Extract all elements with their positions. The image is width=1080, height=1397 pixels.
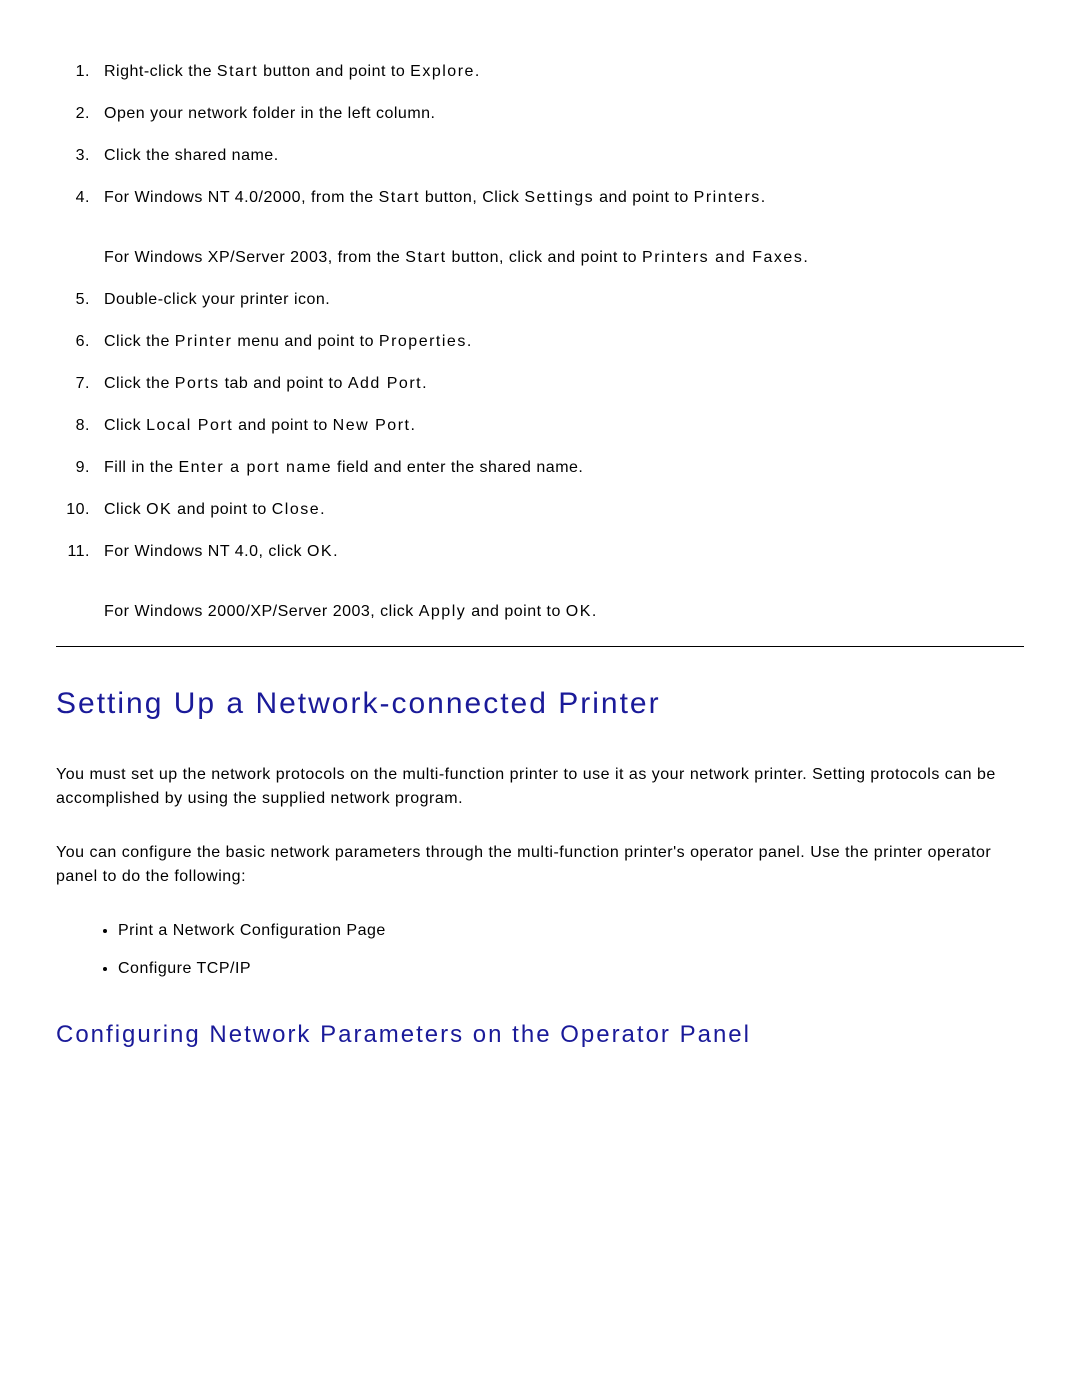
step-text: Click the Ports tab and point to Add Por…	[104, 372, 1024, 396]
step-text: Open your network folder in the left col…	[104, 102, 1024, 126]
step-item: 11.For Windows NT 4.0, click OK.For Wind…	[56, 540, 1024, 624]
step-number: 10.	[56, 498, 104, 522]
step-number: 9.	[56, 456, 104, 480]
step-text: For Windows NT 4.0, click OK.For Windows…	[104, 540, 1024, 624]
step-number: 5.	[56, 288, 104, 312]
step-text: Click the Printer menu and point to Prop…	[104, 330, 1024, 354]
subsection-heading: Configuring Network Parameters on the Op…	[56, 1021, 1024, 1049]
step-subtext: For Windows 2000/XP/Server 2003, click A…	[104, 600, 1024, 624]
step-number: 6.	[56, 330, 104, 354]
step-item: 9.Fill in the Enter a port name field an…	[56, 456, 1024, 480]
step-item: 4.For Windows NT 4.0/2000, from the Star…	[56, 186, 1024, 270]
bullet-item: Configure TCP/IP	[118, 957, 1024, 981]
step-number: 4.	[56, 186, 104, 270]
step-item: 10.Click OK and point to Close.	[56, 498, 1024, 522]
bullet-item: Print a Network Configuration Page	[118, 919, 1024, 943]
step-item: 7.Click the Ports tab and point to Add P…	[56, 372, 1024, 396]
numbered-steps: 1.Right-click the Start button and point…	[56, 60, 1024, 624]
intro-paragraph-2: You can configure the basic network para…	[56, 841, 1024, 889]
step-number: 7.	[56, 372, 104, 396]
step-text: For Windows NT 4.0/2000, from the Start …	[104, 186, 1024, 270]
step-text: Click OK and point to Close.	[104, 498, 1024, 522]
step-item: 2.Open your network folder in the left c…	[56, 102, 1024, 126]
step-number: 11.	[56, 540, 104, 624]
step-text: Fill in the Enter a port name field and …	[104, 456, 1024, 480]
step-item: 8.Click Local Port and point to New Port…	[56, 414, 1024, 438]
step-number: 2.	[56, 102, 104, 126]
step-item: 1.Right-click the Start button and point…	[56, 60, 1024, 84]
step-text: Right-click the Start button and point t…	[104, 60, 1024, 84]
step-item: 5.Double-click your printer icon.	[56, 288, 1024, 312]
step-text: Double-click your printer icon.	[104, 288, 1024, 312]
step-text: Click the shared name.	[104, 144, 1024, 168]
step-subtext: For Windows XP/Server 2003, from the Sta…	[104, 246, 1024, 270]
section-heading: Setting Up a Network-connected Printer	[56, 687, 1024, 721]
step-item: 3.Click the shared name.	[56, 144, 1024, 168]
step-item: 6.Click the Printer menu and point to Pr…	[56, 330, 1024, 354]
bullet-list: Print a Network Configuration Page Config…	[56, 919, 1024, 981]
step-number: 1.	[56, 60, 104, 84]
section-divider	[56, 646, 1024, 647]
intro-paragraph-1: You must set up the network protocols on…	[56, 763, 1024, 811]
step-number: 8.	[56, 414, 104, 438]
step-number: 3.	[56, 144, 104, 168]
step-text: Click Local Port and point to New Port.	[104, 414, 1024, 438]
